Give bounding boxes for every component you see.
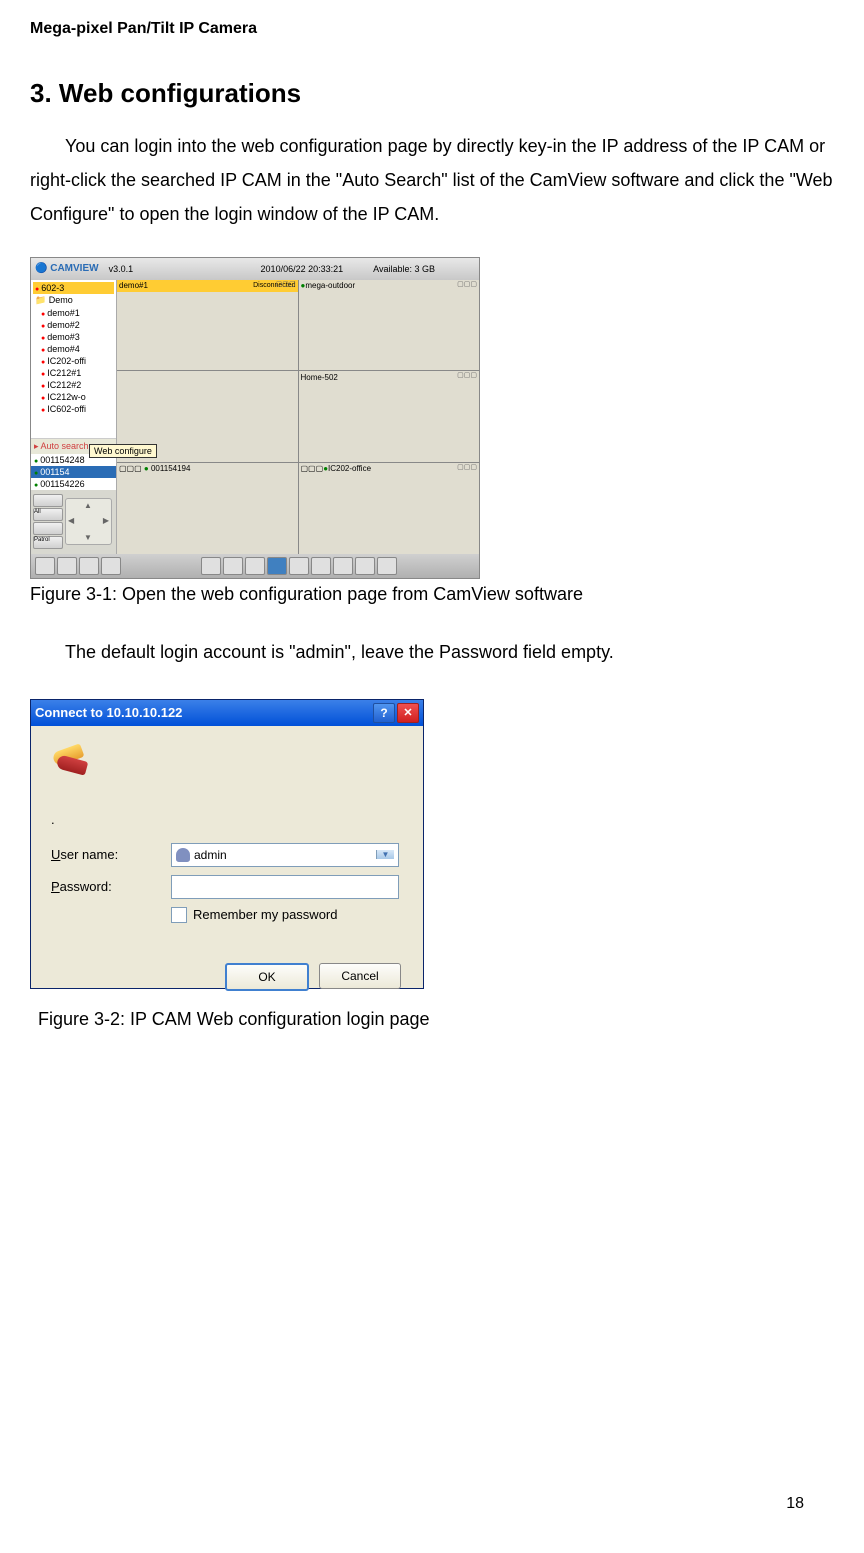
figure1-caption: Figure 3-1: Open the web configuration p… (30, 584, 834, 605)
remember-checkbox[interactable] (171, 907, 187, 923)
toolbar-button[interactable] (57, 557, 77, 575)
pane-label: IC202-office (328, 464, 371, 473)
layout-button[interactable] (245, 557, 265, 575)
pane-icons[interactable]: ▢▢▢ (276, 280, 296, 288)
camview-toolbar: 🔵 CAMVIEW v3.0.1 2010/06/22 20:33:21 Ava… (31, 258, 479, 280)
login-titlebar: Connect to 10.10.10.122 ? ✕ (31, 700, 423, 726)
remember-label: Remember my password (193, 907, 338, 922)
camview-viewport: demo#1 Disconnected ▢▢▢ ● mega-outdoor ▢… (117, 280, 479, 554)
toolbar-button[interactable] (101, 557, 121, 575)
viewport-pane[interactable]: Home-502 ▢▢▢ (299, 371, 480, 462)
tree-item[interactable]: demo#4 (33, 343, 114, 355)
ptz-nav-pad[interactable]: ▲ ▼ ◀ ▶ (65, 498, 112, 545)
control-button[interactable] (33, 522, 63, 535)
login-dialog: Connect to 10.10.10.122 ? ✕ . User name:… (30, 699, 424, 989)
autosearch-item[interactable]: 001154226 (31, 478, 116, 490)
viewport-pane[interactable]: ▢▢▢ ● 001154194 (117, 463, 298, 554)
tree-item[interactable]: IC202-offi (33, 355, 114, 367)
password-field[interactable] (171, 875, 399, 899)
tree-item[interactable]: demo#3 (33, 331, 114, 343)
all-button[interactable]: All (33, 508, 63, 521)
tree-item[interactable]: IC212#2 (33, 379, 114, 391)
available-text: Available: 3 GB (373, 264, 435, 274)
login-title: Connect to 10.10.10.122 (35, 705, 182, 720)
pane-label: Home-502 (301, 373, 338, 382)
tree-root[interactable]: 602-3 (33, 282, 114, 294)
layout-button[interactable] (355, 557, 375, 575)
login-info-text: The default login account is "admin", le… (30, 635, 834, 669)
camview-bottombar (31, 554, 479, 578)
camview-controls: All Patrol ▲ ▼ ◀ ▶ (31, 490, 116, 554)
pane-icons[interactable]: ▢▢▢ (457, 280, 477, 288)
patrol-button[interactable]: Patrol (33, 536, 63, 549)
viewport-pane[interactable]: ● mega-outdoor ▢▢▢ (299, 280, 480, 371)
tree-demo-folder[interactable]: 📁 Demo (33, 294, 114, 307)
viewport-pane[interactable]: ▢▢▢ ● IC202-office ▢▢▢ (299, 463, 480, 554)
autosearch-list[interactable]: 001154248 001154 001154226 (31, 454, 116, 490)
username-value: admin (194, 848, 227, 862)
username-label: User name: (51, 847, 171, 862)
figure2-caption: Figure 3-2: IP CAM Web configuration log… (38, 1009, 834, 1030)
layout-button-active[interactable] (267, 557, 287, 575)
help-button[interactable]: ? (373, 703, 395, 723)
dropdown-button[interactable]: ▼ (376, 850, 394, 859)
toolbar-button[interactable] (35, 557, 55, 575)
layout-button[interactable] (223, 557, 243, 575)
layout-button[interactable] (201, 557, 221, 575)
ok-button[interactable]: OK (225, 963, 309, 991)
pane-label: mega-outdoor (305, 281, 355, 290)
viewport-pane[interactable]: demo#1 Disconnected ▢▢▢ (117, 280, 298, 371)
section-title: 3. Web configurations (30, 78, 834, 109)
layout-button[interactable] (289, 557, 309, 575)
layout-button[interactable] (311, 557, 331, 575)
page-number: 18 (786, 1495, 804, 1513)
pane-icons[interactable]: ▢▢▢ (457, 463, 477, 471)
toolbar-button[interactable] (79, 557, 99, 575)
datetime-text: 2010/06/22 20:33:21 (261, 264, 344, 274)
camview-sidebar: 602-3 📁 Demo demo#1 demo#2 demo#3 demo#4… (31, 280, 117, 554)
camview-screenshot: 🔵 CAMVIEW v3.0.1 2010/06/22 20:33:21 Ava… (30, 257, 480, 579)
pane-label: demo#1 (119, 281, 148, 290)
tree-item[interactable]: IC212w-o (33, 391, 114, 403)
layout-button[interactable] (377, 557, 397, 575)
close-button[interactable]: ✕ (397, 703, 419, 723)
username-field[interactable]: admin ▼ (171, 843, 399, 867)
tree-item[interactable]: IC212#1 (33, 367, 114, 379)
pane-icons[interactable]: ▢▢▢ (457, 371, 477, 379)
user-icon (176, 848, 190, 862)
password-label: Password: (51, 879, 171, 894)
control-button[interactable] (33, 494, 63, 507)
layout-button[interactable] (333, 557, 353, 575)
tree-item[interactable]: IC602-offi (33, 403, 114, 415)
cancel-button[interactable]: Cancel (319, 963, 401, 989)
camera-tree[interactable]: 602-3 📁 Demo demo#1 demo#2 demo#3 demo#4… (31, 280, 116, 438)
tree-item[interactable]: demo#2 (33, 319, 114, 331)
page-header: Mega-pixel Pan/Tilt IP Camera (30, 20, 834, 38)
intro-paragraph: You can login into the web configuration… (30, 129, 834, 232)
camview-logo: 🔵 CAMVIEW (35, 263, 99, 274)
keys-icon (51, 744, 95, 782)
autosearch-item-selected[interactable]: 001154 (31, 466, 116, 478)
web-configure-tooltip: Web configure (89, 444, 157, 458)
tree-item[interactable]: demo#1 (33, 307, 114, 319)
pane-label: 001154194 (151, 464, 190, 473)
version-text: v3.0.1 (109, 264, 134, 274)
